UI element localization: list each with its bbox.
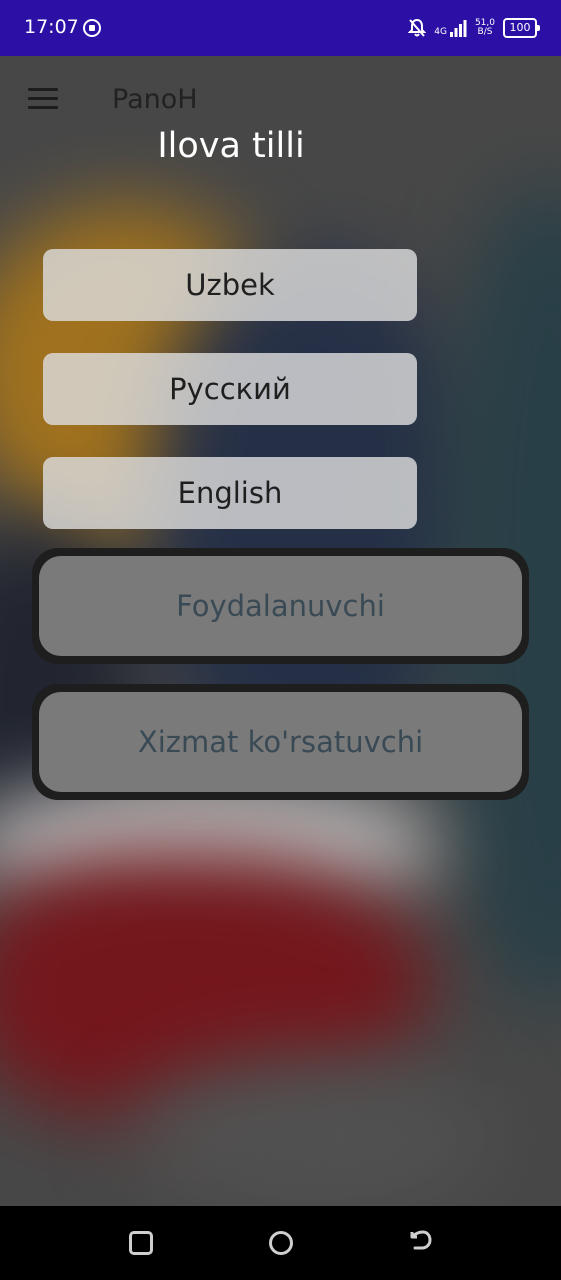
language-button-english[interactable]: English — [43, 457, 417, 529]
screen: 17:07 4G 51,0 B/S 100 PanoH Ilova tilli … — [0, 0, 561, 1280]
app-title: PanoH — [112, 84, 198, 115]
status-time: 17:07 — [24, 16, 79, 38]
recents-icon[interactable] — [129, 1231, 153, 1255]
status-indicators: 4G 51,0 B/S 100 — [408, 14, 540, 42]
page-title: Ilova tilli — [157, 126, 305, 166]
hamburger-menu-icon[interactable] — [28, 88, 58, 110]
language-button-uzbek[interactable]: Uzbek — [43, 249, 417, 321]
bell-off-icon — [408, 18, 427, 37]
signal-indicator: 4G — [434, 19, 467, 37]
user-role-button[interactable]: Foydalanuvchi — [39, 556, 522, 656]
signal-icon — [449, 20, 467, 37]
service-provider-role-button[interactable]: Xizmat ko'rsatuvchi — [39, 692, 522, 792]
role-button-frame: Foydalanuvchi — [32, 548, 529, 664]
status-bar: 17:07 4G 51,0 B/S 100 — [0, 0, 561, 56]
network-type: 4G — [434, 27, 447, 37]
battery-icon: 100 — [503, 18, 540, 38]
role-button-frame: Xizmat ko'rsatuvchi — [32, 684, 529, 800]
net-speed-unit: B/S — [477, 27, 493, 37]
app-notification-icon — [83, 19, 101, 37]
language-button-russian[interactable]: Русский — [43, 353, 417, 425]
net-speed: 51,0 B/S — [475, 19, 495, 37]
back-icon[interactable] — [408, 1228, 434, 1254]
navigation-bar — [0, 1206, 561, 1280]
home-icon[interactable] — [269, 1231, 293, 1255]
